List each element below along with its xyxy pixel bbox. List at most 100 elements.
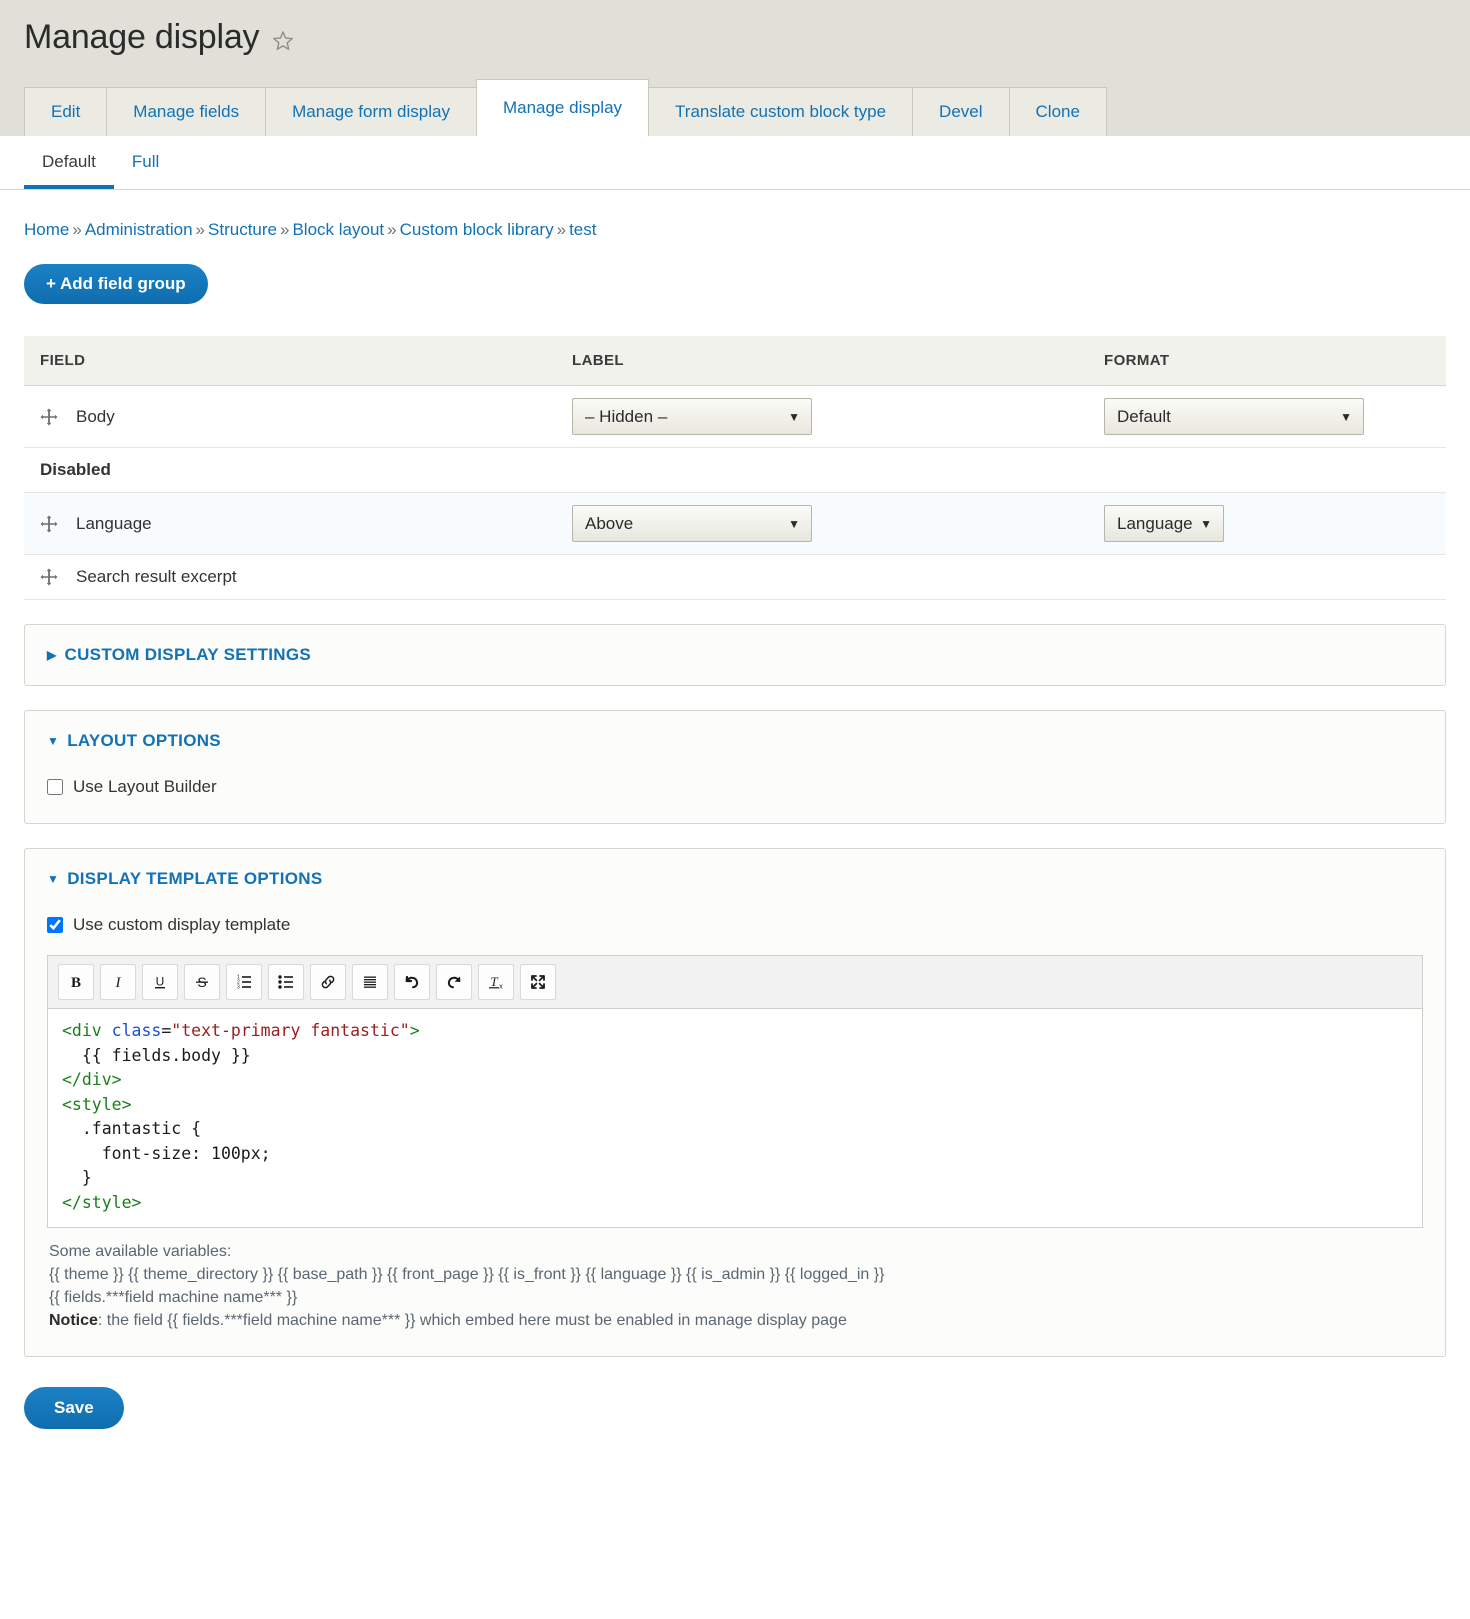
tab-edit[interactable]: Edit — [24, 87, 108, 137]
region-title-spacer-format — [1088, 447, 1446, 494]
star-outline-icon[interactable] — [271, 29, 295, 53]
display-template-options-title: DISPLAY TEMPLATE OPTIONS — [67, 869, 323, 889]
notice-text: : the field {{ fields.***field machine n… — [97, 1312, 847, 1330]
breadcrumb-item-custom-block-library[interactable]: Custom block library — [400, 220, 554, 239]
save-button[interactable]: Save — [24, 1387, 124, 1430]
use-custom-display-template-checkbox[interactable] — [47, 917, 63, 934]
help-line-variables-list: {{ theme }} {{ theme_directory }} {{ bas… — [49, 1266, 885, 1284]
use-layout-builder-checkbox[interactable] — [47, 779, 63, 796]
primary-tabs: Edit Manage fields Manage form display M… — [0, 79, 1470, 137]
template-code-editor[interactable]: <div class="text-primary fantastic"> {{ … — [48, 1009, 1422, 1228]
fields-table: FIELD LABEL FORMAT Body – Hidden – ▼ Def… — [24, 336, 1446, 601]
format-select-body[interactable]: Default — [1104, 398, 1364, 436]
notice-label: Notice — [49, 1312, 98, 1330]
breadcrumb-item-home[interactable]: Home — [24, 220, 69, 239]
drag-handle-icon[interactable] — [40, 408, 58, 426]
svg-text:B: B — [71, 975, 81, 991]
tab-full[interactable]: Full — [114, 136, 177, 189]
cell-field: Language — [24, 492, 556, 556]
label-select-language[interactable]: Above — [572, 505, 812, 543]
italic-icon[interactable]: I — [100, 964, 136, 1001]
use-layout-builder-row[interactable]: Use Layout Builder — [47, 771, 1423, 799]
layout-options-summary[interactable]: ▼ LAYOUT OPTIONS — [25, 711, 1445, 771]
fields-table-body: Body – Hidden – ▼ Default ▼ Disabled Lan… — [24, 385, 1446, 601]
tab-manage-fields[interactable]: Manage fields — [106, 87, 267, 137]
page-title: Manage display — [24, 18, 260, 56]
table-row: Search result excerpt — [24, 554, 1446, 601]
drag-handle-icon[interactable] — [40, 568, 58, 586]
label-select-body[interactable]: – Hidden – — [572, 398, 812, 436]
rich-text-editor: B I U S 1 2 3 T x <div class="text-prima… — [47, 955, 1423, 1229]
tab-manage-display[interactable]: Manage display — [475, 79, 650, 137]
field-name: Search result excerpt — [76, 567, 237, 587]
breadcrumb-item-administration[interactable]: Administration — [85, 220, 193, 239]
tab-clone[interactable]: Clone — [1008, 87, 1107, 137]
column-header-label: LABEL — [556, 336, 1088, 387]
breadcrumb-separator: » — [387, 220, 397, 240]
use-custom-display-template-row[interactable]: Use custom display template — [47, 909, 1423, 937]
field-name: Language — [76, 513, 152, 533]
label-select-wrapper: – Hidden – ▼ — [572, 398, 812, 436]
editor-toolbar: B I U S 1 2 3 T x — [48, 956, 1422, 1010]
page-title-row: Manage display — [0, 18, 1470, 79]
display-template-options-summary[interactable]: ▼ DISPLAY TEMPLATE OPTIONS — [25, 849, 1445, 909]
custom-display-settings-summary[interactable]: ▶ CUSTOM DISPLAY SETTINGS — [25, 625, 1445, 685]
tab-manage-form-display[interactable]: Manage form display — [265, 87, 477, 137]
cell-field: Body — [24, 385, 556, 449]
cell-format: Default ▼ — [1088, 385, 1446, 449]
label-select-wrapper: Above ▼ — [572, 505, 812, 543]
cell-field: Search result excerpt — [24, 554, 556, 601]
cell-format: Language ▼ — [1088, 492, 1446, 556]
tab-translate-custom-block-type[interactable]: Translate custom block type — [648, 87, 914, 137]
remove-format-icon[interactable]: T x — [478, 964, 514, 1001]
layout-options-title: LAYOUT OPTIONS — [67, 731, 221, 751]
cell-format — [1088, 554, 1446, 601]
source-icon[interactable] — [352, 964, 388, 1001]
breadcrumb-separator: » — [280, 220, 290, 240]
bulleted-list-icon[interactable] — [268, 964, 304, 1001]
fields-table-head: FIELD LABEL FORMAT — [24, 336, 1446, 387]
save-button-wrapper: Save — [24, 1357, 1446, 1469]
region-title-spacer-label — [556, 447, 1088, 494]
display-template-options-details[interactable]: ▼ DISPLAY TEMPLATE OPTIONS Use custom dis… — [24, 848, 1446, 1358]
svg-text:x: x — [499, 984, 503, 991]
triangle-down-icon: ▼ — [47, 872, 60, 887]
cell-label: Above ▼ — [556, 492, 1088, 556]
drag-handle-icon[interactable] — [40, 515, 58, 533]
underline-icon[interactable]: U — [142, 964, 178, 1001]
layout-options-details[interactable]: ▼ LAYOUT OPTIONS Use Layout Builder — [24, 710, 1446, 825]
layout-options-body: Use Layout Builder — [25, 771, 1445, 823]
breadcrumb-separator: » — [556, 220, 567, 240]
svg-text:3: 3 — [237, 984, 240, 990]
breadcrumb-item-block-layout[interactable]: Block layout — [292, 220, 384, 239]
use-layout-builder-label: Use Layout Builder — [73, 777, 217, 797]
field-name: Body — [76, 406, 115, 426]
redo-icon[interactable] — [436, 964, 472, 1001]
svg-text:T: T — [490, 974, 498, 989]
help-line-available-variables: Some available variables: — [49, 1243, 232, 1261]
breadcrumb-item-test[interactable]: test — [569, 220, 596, 239]
breadcrumb-item-structure[interactable]: Structure — [208, 220, 277, 239]
main-content: Home» Administration» Structure» Block layo… — [0, 190, 1470, 1469]
triangle-right-icon: ▶ — [47, 648, 57, 663]
bold-icon[interactable]: B — [58, 964, 94, 1001]
custom-display-settings-title: CUSTOM DISPLAY SETTINGS — [64, 645, 312, 665]
custom-display-settings-details[interactable]: ▶ CUSTOM DISPLAY SETTINGS — [24, 624, 1446, 687]
use-custom-display-template-label: Use custom display template — [73, 915, 291, 935]
secondary-tabs: Default Full — [0, 136, 1470, 191]
region-title: Disabled — [24, 447, 556, 494]
table-row: Body – Hidden – ▼ Default ▼ — [24, 385, 1446, 449]
page-header: Manage display Edit Manage fields Manage… — [0, 0, 1470, 137]
tab-default[interactable]: Default — [24, 136, 114, 190]
format-select-language[interactable]: Language — [1104, 505, 1224, 543]
format-select-wrapper: Default ▼ — [1104, 398, 1364, 436]
svg-text:I: I — [115, 975, 122, 991]
add-field-group-button[interactable]: + Add field group — [24, 264, 208, 305]
numbered-list-icon[interactable]: 1 2 3 — [226, 964, 262, 1001]
undo-icon[interactable] — [394, 964, 430, 1001]
fullscreen-icon[interactable] — [520, 964, 556, 1001]
strikethrough-icon[interactable]: S — [184, 964, 220, 1001]
tab-devel[interactable]: Devel — [912, 87, 1010, 137]
display-template-options-body: Use custom display template B I U S 1 2 … — [25, 909, 1445, 1356]
link-icon[interactable] — [310, 964, 346, 1001]
